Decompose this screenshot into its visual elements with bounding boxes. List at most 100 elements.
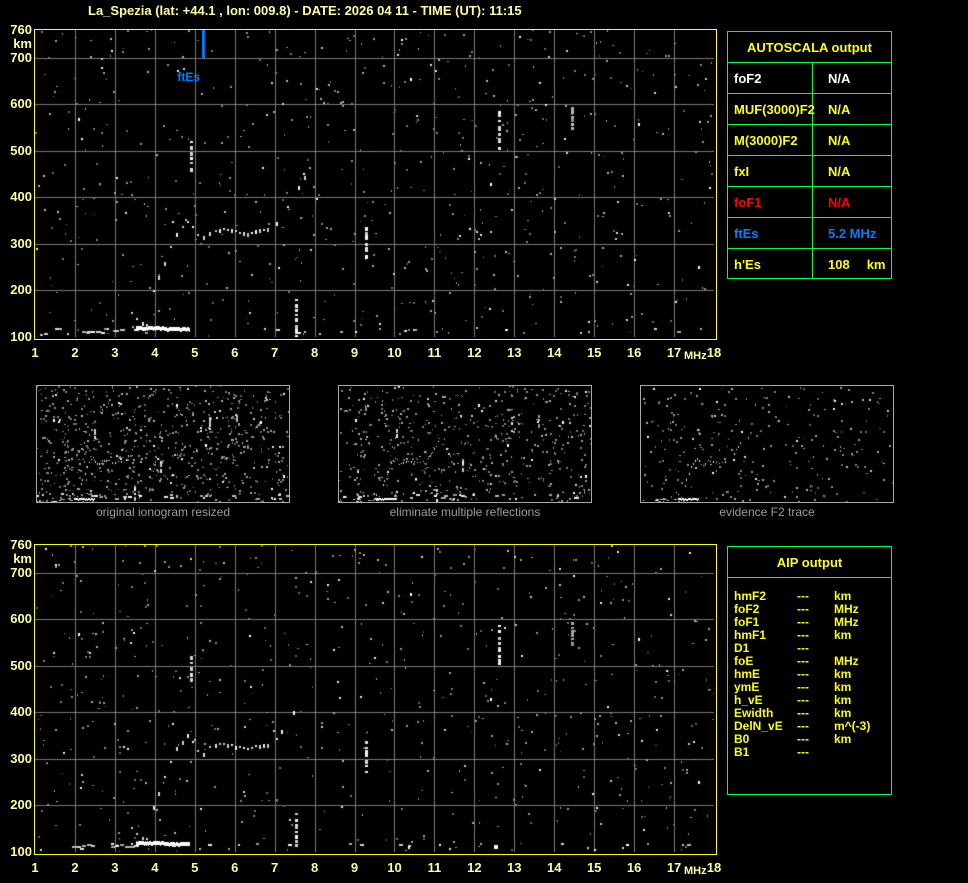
autoscala-row-foF1: foF1 N/A (728, 186, 891, 217)
y-tick-label: 600 (10, 96, 32, 112)
thumbnail-caption-2: eliminate multiple reflections (389, 505, 541, 519)
y-tick-label: 200 (10, 282, 32, 298)
aip-cell: --- (797, 627, 809, 642)
y-tick-label: 700 (10, 49, 32, 65)
page-title: La_Spezia (lat: +44.1 , lon: 009.8) - DA… (88, 3, 522, 18)
x-tick-label: 12 (467, 345, 482, 360)
param-value: N/A (828, 194, 851, 210)
param-value: 5.2 MHz (828, 225, 877, 241)
aip-cell: --- (797, 692, 809, 707)
aip-cell: km (834, 705, 852, 720)
aip-row-B1: B1 --- (728, 744, 891, 759)
x-tick-label: 16 (626, 345, 642, 360)
aip-row-foF2: foF2 --- MHz (728, 601, 891, 616)
y-tick-label: 200 (10, 797, 32, 813)
thumbnail-caption-1: original ionogram resized (95, 505, 231, 519)
aip-cell: foE (734, 653, 754, 668)
x-tick-label: 13 (507, 860, 522, 875)
param-value: N/A (828, 132, 851, 148)
aip-cell: --- (797, 614, 809, 629)
param-label: fxI (728, 156, 813, 186)
aip-cell: --- (797, 731, 809, 746)
x-tick-label: 15 (586, 860, 602, 875)
x-tick-label: 5 (191, 345, 199, 360)
thumbnail-eliminate-reflections (338, 385, 592, 503)
aip-cell: B0 (734, 731, 750, 746)
aip-cell: --- (797, 588, 809, 603)
y-tick-label: 700 (10, 564, 32, 580)
autoscala-table-rows: foF2 N/A MUF(3000)F2 N/A M(3000)F2 N/A fxI N/A f… (728, 62, 891, 279)
x-tick-label: 9 (350, 860, 359, 875)
y-tick-label: 500 (10, 657, 32, 673)
autoscala-row-M(3000)F2: M(3000)F2 N/A (728, 124, 891, 155)
aip-cell: hmF1 (734, 627, 767, 642)
param-label: ftEs (728, 218, 813, 248)
x-tick-label: 15 (586, 345, 602, 360)
y-axis-unit-label: km (13, 36, 32, 51)
aip-cell: km (834, 731, 852, 746)
param-value: N/A (828, 70, 851, 86)
aip-cell: m^(-3) (834, 718, 871, 733)
x-tick-label: 10 (387, 345, 402, 360)
aip-table-rows: hmF2 --- km foF2 --- MHz foF1 --- MHz hmF1 --- km D1… (728, 577, 891, 759)
aip-cell: --- (797, 601, 809, 616)
aip-cell: --- (797, 653, 809, 668)
x-tick-label: 14 (547, 345, 562, 360)
aip-cell: hmF2 (734, 588, 767, 603)
aip-cell: --- (797, 718, 809, 733)
aip-cell: foF2 (734, 601, 760, 616)
x-tick-label: 4 (151, 345, 159, 360)
y-tick-label: 100 (10, 329, 32, 344)
x-tick-label: 7 (271, 860, 279, 875)
aip-row-hmE: hmE --- km (728, 667, 891, 681)
aip-row-hmF1: hmF1 --- km (728, 627, 891, 642)
x-tick-label: 11 (427, 345, 442, 360)
aip-cell: foF1 (734, 614, 760, 629)
y-tick-label: 600 (10, 611, 32, 627)
x-tick-label: 11 (427, 860, 442, 875)
autoscala-row-h'Es: h'Es 108 km (728, 248, 891, 279)
x-tick-label: 13 (507, 345, 522, 360)
autoscala-output-table: AUTOSCALA output foF2 N/A MUF(3000)F2 N/A M(… (727, 31, 892, 279)
aip-row-foE: foE --- MHz (728, 653, 891, 668)
x-axis-unit-label: MHz (684, 350, 707, 362)
param-value: N/A (828, 163, 851, 179)
aip-table-header: AIP output (776, 554, 843, 570)
x-tick-label: 6 (231, 860, 239, 875)
x-tick-label: 3 (111, 345, 119, 360)
autoscala-row-foF2: foF2 N/A (728, 62, 891, 93)
autoscala-row-fxI: fxI N/A (728, 155, 891, 186)
x-tick-label: 5 (191, 860, 199, 875)
aip-cell: B1 (734, 744, 750, 759)
aip-row-hmF2: hmF2 --- km (728, 588, 891, 603)
aip-cell: DelN_vE (734, 718, 783, 733)
x-tick-label: 12 (467, 860, 482, 875)
aip-cell: MHz (834, 653, 859, 668)
y-axis-unit-label: km (13, 551, 32, 566)
thumbnail-original-ionogram (36, 385, 290, 503)
x-tick-label: 16 (626, 860, 642, 875)
y-tick-label: 100 (10, 844, 32, 859)
x-tick-label: 2 (71, 345, 79, 360)
aip-row-h_vE: h_vE --- km (728, 692, 891, 707)
aip-cell: --- (797, 744, 809, 759)
ionogram-canvas-bottom (35, 545, 714, 852)
aip-cell: MHz (834, 614, 859, 629)
param-value: N/A (828, 101, 851, 117)
aip-cell: --- (797, 640, 809, 655)
aip-cell: km (834, 679, 852, 694)
x-tick-label: 1 (31, 345, 39, 360)
param-value: 108 km (828, 256, 886, 272)
aip-row-B0: B0 --- km (728, 731, 891, 746)
param-label: h'Es (728, 249, 813, 279)
param-label: foF2 (728, 63, 813, 93)
autoscala-row-MUF(3000)F2: MUF(3000)F2 N/A (728, 93, 891, 124)
x-tick-label: 4 (151, 860, 159, 875)
param-label: MUF(3000)F2 (728, 94, 815, 124)
autoscala-app-window: La_Spezia (lat: +44.1 , lon: 009.8) - DA… (0, 0, 968, 883)
thumbnail-caption-3: evidence F2 trace (719, 505, 815, 519)
thumbnail-evidence-f2-trace (640, 385, 894, 503)
param-label: M(3000)F2 (728, 125, 813, 155)
y-tick-label: 400 (10, 704, 32, 720)
aip-cell: --- (797, 679, 809, 694)
